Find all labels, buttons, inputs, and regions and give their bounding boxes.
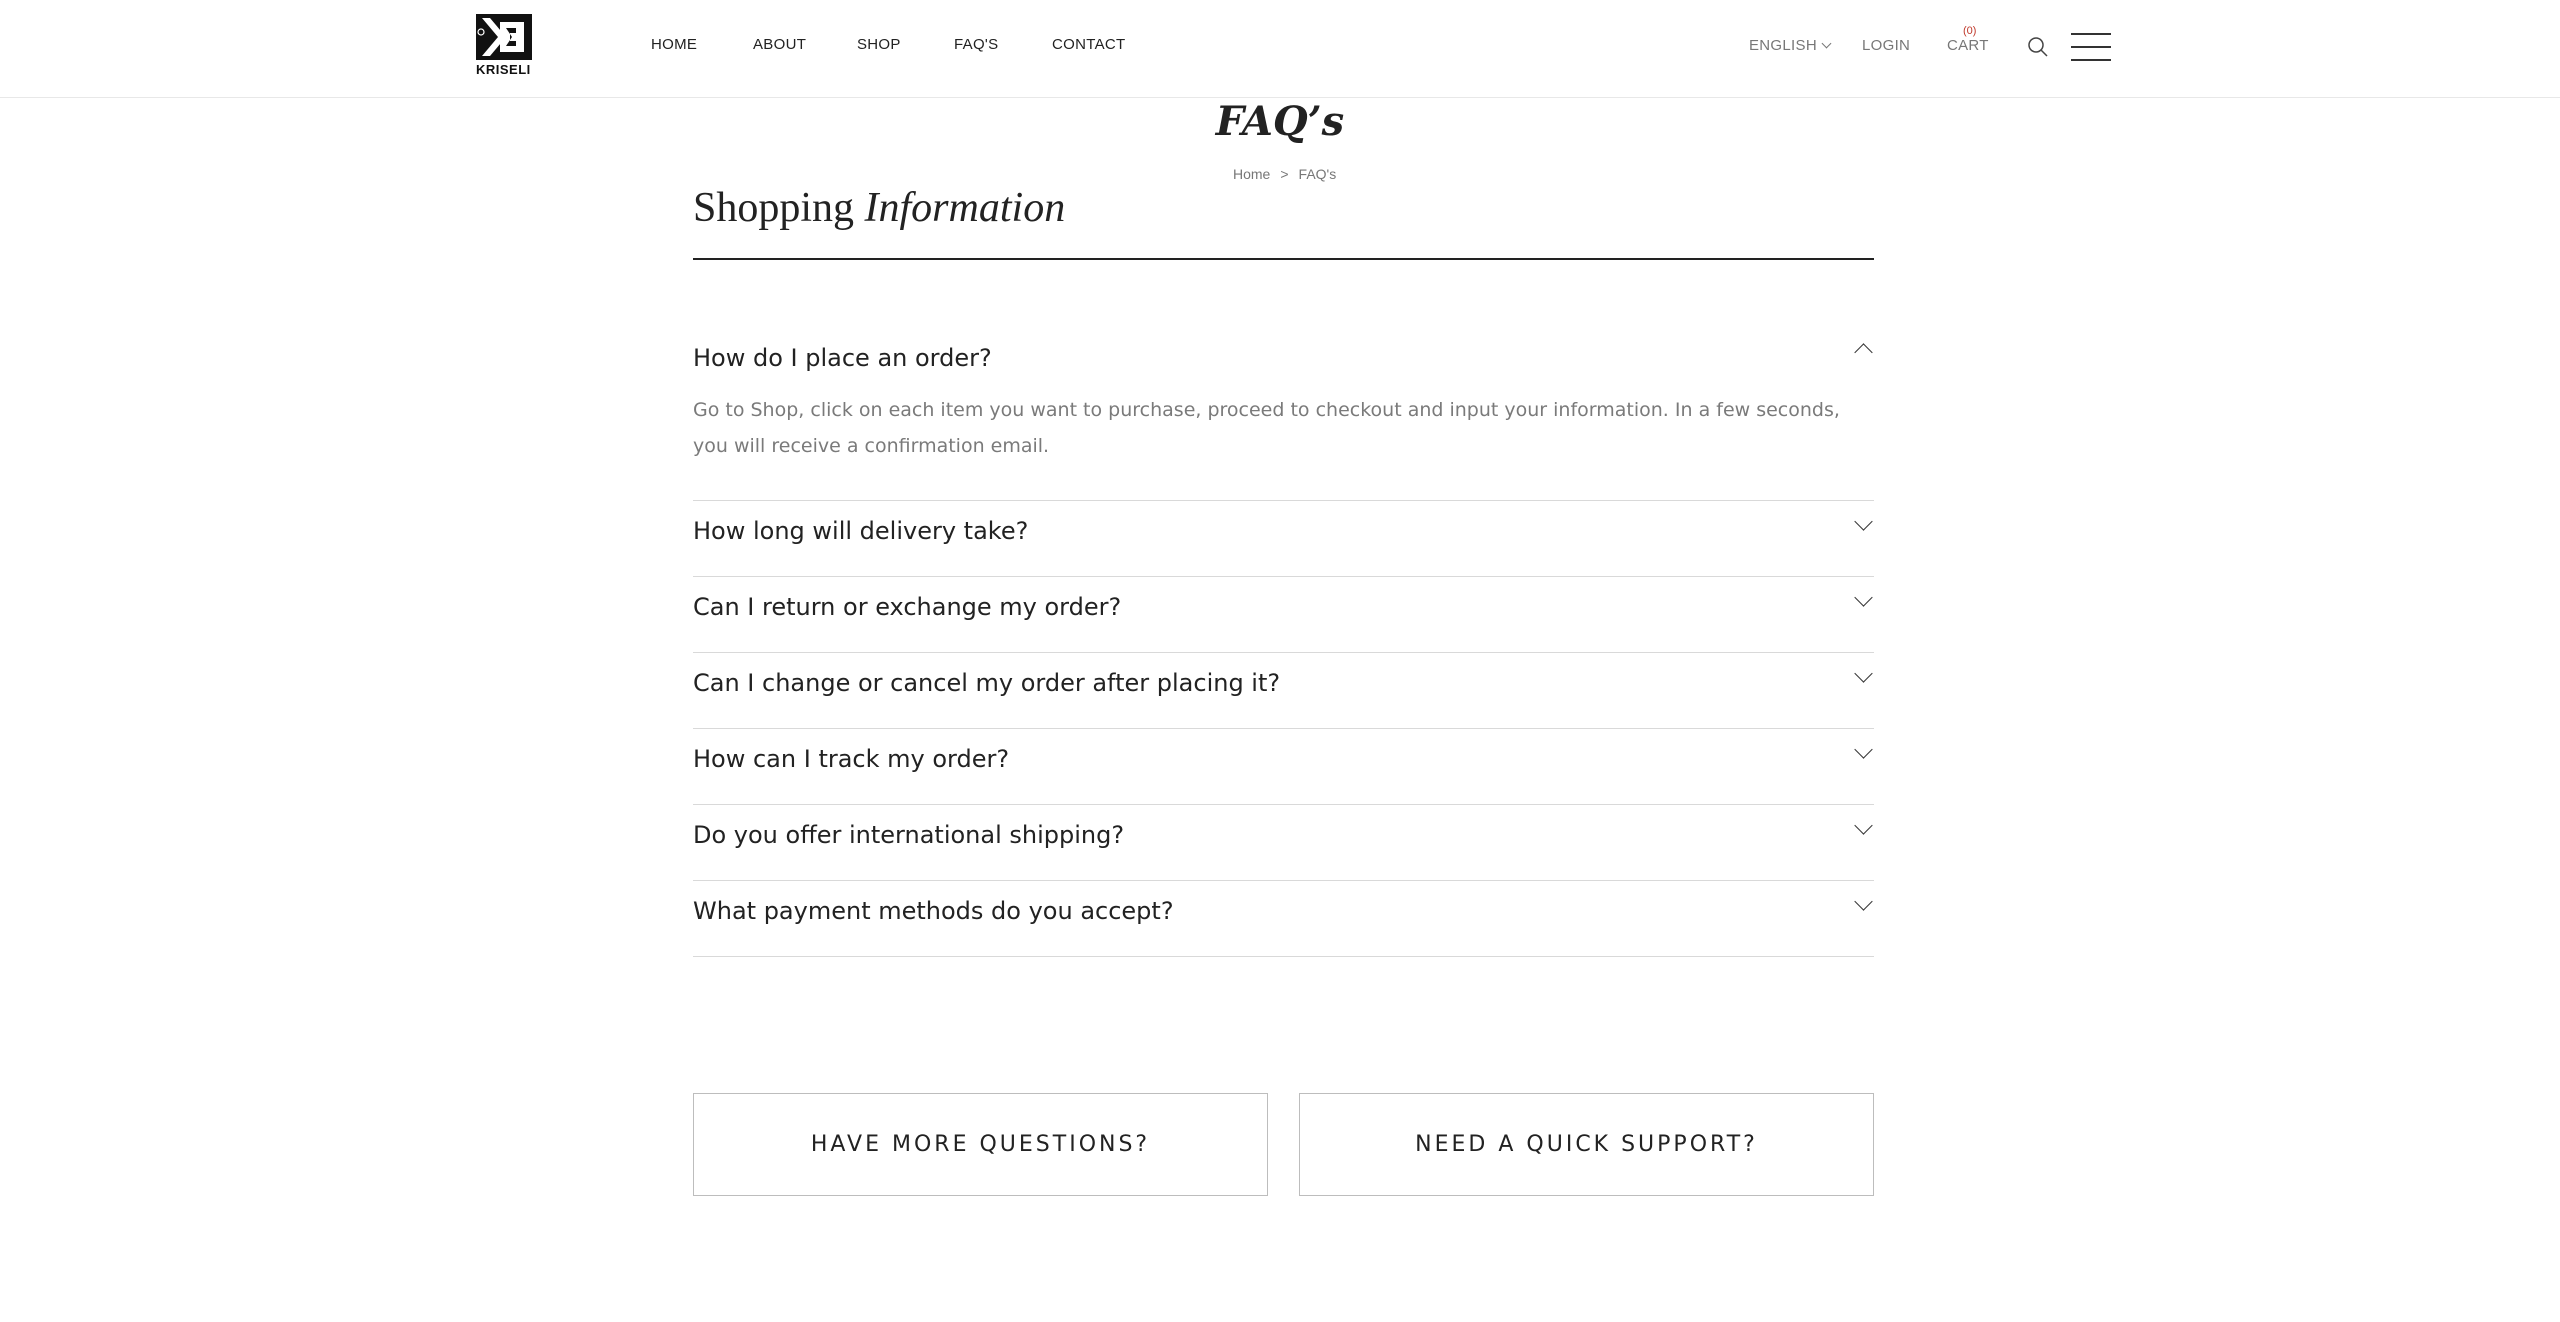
- breadcrumb-separator: >: [1280, 166, 1289, 182]
- cart-count: (0): [1963, 25, 1977, 37]
- page-title: FAQ’s: [1215, 98, 1345, 145]
- faq-answer: Go to Shop, click on each item you want …: [693, 399, 1840, 457]
- section-title-italic: Information: [864, 185, 1066, 231]
- section-title-plain: Shopping: [693, 185, 855, 231]
- site-header: KRISELI HOME ABOUT SHOP FAQ'S CONTACT EN…: [0, 0, 2560, 98]
- more-questions-button[interactable]: HAVE MORE QUESTIONS?: [693, 1093, 1268, 1196]
- faq-question[interactable]: Can I return or exchange my order?: [693, 577, 1874, 652]
- nav-item-faqs[interactable]: FAQ'S: [954, 36, 998, 53]
- kriseli-logo-icon: [476, 14, 532, 60]
- breadcrumb-home[interactable]: Home: [1233, 166, 1270, 182]
- logo-text: KRISELI: [476, 62, 531, 77]
- language-label: ENGLISH: [1749, 37, 1817, 54]
- faq-question[interactable]: What payment methods do you accept?: [693, 881, 1874, 956]
- chevron-down-icon: [1821, 38, 1832, 49]
- nav-item-about[interactable]: ABOUT: [753, 36, 806, 53]
- section-title: Shopping Information: [693, 184, 1065, 232]
- nav-item-home[interactable]: HOME: [651, 36, 697, 53]
- faq-item: How long will delivery take?: [693, 501, 1874, 577]
- faq-question[interactable]: How can I track my order?: [693, 729, 1874, 804]
- faq-question[interactable]: Can I change or cancel my order after pl…: [693, 653, 1874, 728]
- faq-accordion: How do I place an order? Go to Shop, cli…: [693, 328, 1874, 957]
- faq-item: Do you offer international shipping?: [693, 805, 1874, 881]
- section-divider: [693, 258, 1874, 260]
- nav-item-contact[interactable]: CONTACT: [1052, 36, 1125, 53]
- faq-item: How can I track my order?: [693, 729, 1874, 805]
- language-selector[interactable]: ENGLISH: [1749, 37, 1832, 54]
- breadcrumb: Home > FAQ's: [1233, 166, 1336, 182]
- quick-support-button[interactable]: NEED A QUICK SUPPORT?: [1299, 1093, 1874, 1196]
- login-link[interactable]: LOGIN: [1862, 37, 1910, 54]
- search-icon[interactable]: [2027, 36, 2049, 58]
- faq-question[interactable]: Do you offer international shipping?: [693, 805, 1874, 880]
- logo[interactable]: KRISELI: [476, 14, 532, 78]
- faq-item: How do I place an order? Go to Shop, cli…: [693, 328, 1874, 501]
- faq-item: Can I change or cancel my order after pl…: [693, 653, 1874, 729]
- faq-question[interactable]: How long will delivery take?: [693, 501, 1874, 576]
- faq-question[interactable]: How do I place an order?: [693, 328, 1874, 392]
- nav-item-shop[interactable]: SHOP: [857, 36, 901, 53]
- hamburger-menu-icon[interactable]: [2071, 33, 2111, 61]
- cart-link[interactable]: CART: [1947, 37, 1989, 54]
- faq-item: Can I return or exchange my order?: [693, 577, 1874, 653]
- breadcrumb-current: FAQ's: [1298, 166, 1337, 182]
- faq-item: What payment methods do you accept?: [693, 881, 1874, 957]
